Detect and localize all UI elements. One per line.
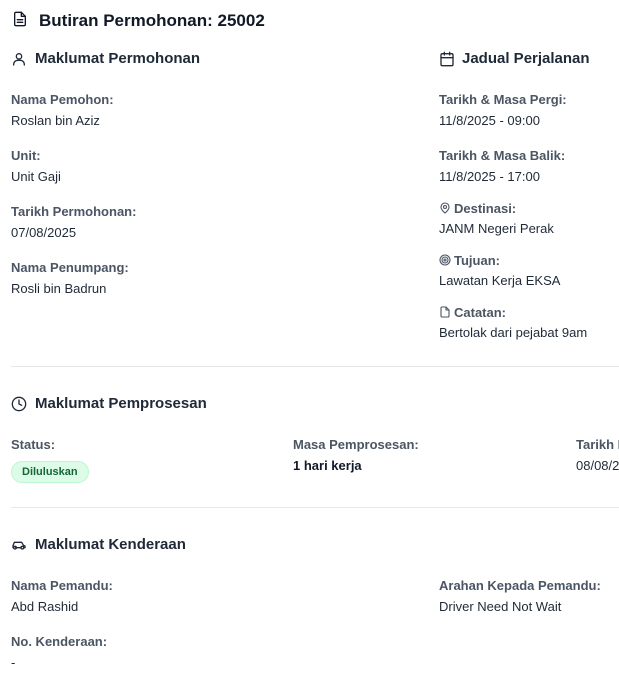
schedule-section-heading: Jadual Perjalanan — [462, 50, 590, 67]
file-icon — [439, 306, 451, 318]
purpose-label-row: Tujuan: — [439, 253, 500, 268]
calendar-icon — [439, 51, 455, 67]
notes-value: Bertolak dari pejabat 9am — [439, 325, 588, 340]
departure-label: Tarikh & Masa Pergi: — [439, 92, 567, 107]
car-icon — [11, 537, 27, 553]
processing-duration-value: 1 hari kerja — [293, 458, 362, 473]
vehicle-number-value: - — [11, 655, 16, 670]
driver-instruction-value: Driver Need Not Wait — [439, 599, 562, 614]
applicant-section-heading: Maklumat Permohonan — [35, 50, 201, 67]
driver-name-label: Nama Pemandu: — [11, 578, 113, 593]
applicant-name-label: Nama Pemohon: — [11, 92, 114, 107]
status-badge: Diluluskan — [11, 461, 89, 483]
driver-instruction-label: Arahan Kepada Pemandu: — [439, 578, 601, 593]
vehicle-number-label: No. Kenderaan: — [11, 634, 108, 649]
unit-label: Unit: — [11, 148, 41, 163]
passenger-name-value: Rosli bin Badrun — [11, 281, 107, 296]
user-icon — [11, 51, 27, 67]
return-value: 11/8/2025 - 17:00 — [439, 169, 540, 184]
vehicle-section-heading: Maklumat Kenderaan — [35, 536, 186, 553]
status-label: Status: — [11, 437, 56, 452]
unit-value: Unit Gaji — [11, 169, 61, 184]
section-divider — [11, 366, 619, 367]
clock-icon — [11, 396, 27, 412]
passenger-name-label: Nama Penumpang: — [11, 260, 129, 275]
processed-date-column: Tarikh Diproses: 08/08/2025 — [576, 437, 619, 477]
applicant-name-value: Roslan bin Aziz — [11, 113, 100, 128]
destination-label: Destinasi: — [454, 201, 517, 216]
map-pin-icon — [439, 202, 451, 214]
return-label: Tarikh & Masa Balik: — [439, 148, 566, 163]
notes-label-row: Catatan: — [439, 305, 506, 320]
page-title: Butiran Permohonan: 25002 — [39, 11, 265, 30]
driver-name-value: Abd Rashid — [11, 599, 79, 614]
destination-value: JANM Negeri Perak — [439, 221, 554, 236]
processing-section-heading: Maklumat Pemprosesan — [35, 395, 207, 412]
purpose-value: Lawatan Kerja EKSA — [439, 273, 561, 288]
purpose-label: Tujuan: — [454, 253, 500, 268]
processed-date-label: Tarikh Diproses: — [576, 437, 619, 452]
departure-value: 11/8/2025 - 09:00 — [439, 113, 540, 128]
document-icon — [12, 11, 30, 29]
notes-label: Catatan: — [454, 305, 507, 320]
target-icon — [439, 254, 451, 266]
processed-date-value: 08/08/2025 — [576, 458, 619, 473]
application-date-value: 07/08/2025 — [11, 225, 77, 240]
processing-duration-label: Masa Pemprosesan: — [293, 437, 419, 452]
destination-label-row: Destinasi: — [439, 201, 516, 216]
application-date-label: Tarikh Permohonan: — [11, 204, 137, 219]
section-divider — [11, 507, 619, 508]
